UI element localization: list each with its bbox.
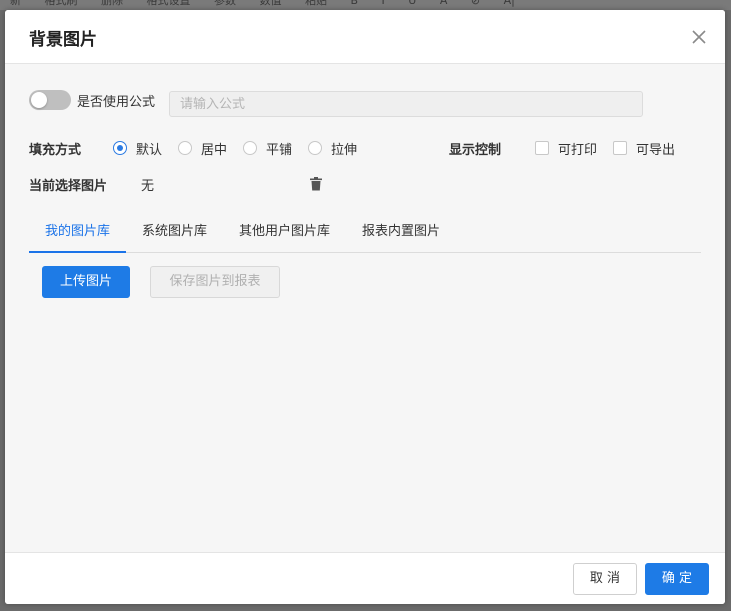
printable-label: 可打印 [558, 142, 598, 158]
background-toolbar: 新 格式刷 删除 格式设置 参数 数值 粘贴 B I U A ⊘ A| [0, 0, 731, 10]
bg-toolbar-item: U [408, 0, 417, 7]
fill-mode-label: 填充方式 [29, 142, 82, 158]
formula-toggle-label: 是否使用公式 [77, 94, 156, 110]
formula-toggle-row: 是否使用公式 [29, 90, 155, 110]
fill-mode-option-stretch[interactable]: 拉伸 [308, 139, 357, 158]
radio-checked-icon [113, 141, 127, 155]
bg-toolbar-item: 新 [10, 0, 21, 7]
exportable-label: 可导出 [636, 142, 676, 158]
current-image-row: 当前选择图片 无 [29, 174, 154, 194]
close-button[interactable] [687, 25, 711, 49]
printable-checkbox-item[interactable]: 可打印 [535, 139, 597, 158]
formula-input[interactable] [169, 91, 643, 117]
tab-system-library[interactable]: 系统图片库 [126, 212, 223, 252]
bg-toolbar-item: 格式设置 [146, 0, 191, 7]
radio-icon [243, 141, 258, 155]
tab-my-library[interactable]: 我的图片库 [29, 212, 127, 253]
display-control-row: 显示控制 可打印 可导出 [449, 138, 691, 158]
current-image-label: 当前选择图片 [29, 178, 108, 194]
close-icon [692, 30, 706, 44]
radio-icon [178, 141, 193, 155]
bg-toolbar-item: B [350, 0, 359, 7]
radio-icon [308, 141, 323, 155]
fill-mode-option-default[interactable]: 默认 [113, 139, 162, 158]
bg-toolbar-item: 参数 [214, 0, 236, 7]
bg-toolbar-item: ⊘ [470, 0, 481, 7]
fill-mode-option-label: 居中 [201, 142, 228, 158]
fill-mode-row: 填充方式 默认 居中 平铺 拉伸 [29, 138, 373, 158]
fill-mode-option-label: 拉伸 [331, 142, 358, 158]
fill-mode-option-center[interactable]: 居中 [178, 139, 227, 158]
bg-toolbar-item: I [381, 0, 385, 7]
tab-other-users-library[interactable]: 其他用户图片库 [223, 212, 346, 252]
toggle-knob [31, 92, 47, 108]
upload-image-button[interactable]: 上传图片 [42, 266, 130, 298]
exportable-checkbox[interactable] [613, 141, 628, 155]
formula-toggle[interactable] [29, 90, 71, 110]
dialog-title: 背景图片 [29, 30, 97, 50]
image-library-tabs: 我的图片库 系统图片库 其他用户图片库 报表内置图片 [29, 212, 701, 253]
ok-button[interactable]: 确 定 [645, 563, 709, 595]
save-image-to-report-button[interactable]: 保存图片到报表 [150, 266, 280, 298]
trash-icon[interactable] [310, 177, 322, 191]
dialog-footer: 取 消 确 定 [5, 552, 725, 604]
bg-toolbar-item: A| [503, 0, 515, 7]
fill-mode-option-tile[interactable]: 平铺 [243, 139, 292, 158]
bg-toolbar-item: 数值 [259, 0, 282, 7]
bg-toolbar-item: 删除 [101, 0, 123, 7]
background-image-dialog: 背景图片 是否使用公式 填充方式 默认 居中 平铺 [5, 10, 725, 604]
fill-mode-radio-group: 默认 居中 平铺 拉伸 [113, 139, 373, 158]
current-image-value: 无 [141, 178, 155, 194]
bg-toolbar-item: A [439, 0, 448, 7]
bg-toolbar-item: 粘贴 [305, 0, 327, 7]
tab-report-builtin-images[interactable]: 报表内置图片 [346, 212, 456, 252]
display-control-label: 显示控制 [449, 142, 502, 158]
fill-mode-option-label: 平铺 [266, 142, 293, 158]
bg-toolbar-item: 格式刷 [44, 0, 78, 7]
cancel-button[interactable]: 取 消 [573, 563, 637, 595]
printable-checkbox[interactable] [535, 141, 549, 155]
fill-mode-option-label: 默认 [136, 142, 163, 158]
exportable-checkbox-item[interactable]: 可导出 [613, 139, 675, 158]
dialog-header: 背景图片 [5, 10, 725, 64]
